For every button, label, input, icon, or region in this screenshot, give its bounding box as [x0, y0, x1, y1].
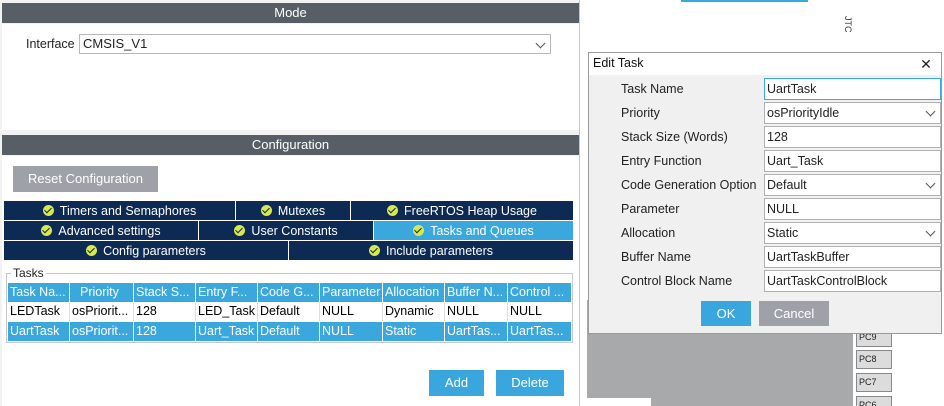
- col-header-allocation[interactable]: Allocation: [383, 283, 445, 302]
- tab-timers-and-semaphores[interactable]: Timers and Semaphores: [4, 201, 235, 220]
- interface-select-value: CMSIS_V1: [83, 36, 148, 51]
- table-cell: Dynamic: [383, 302, 445, 321]
- interface-label: Interface: [26, 37, 75, 51]
- delete-button[interactable]: Delete: [496, 370, 564, 396]
- control-block-name-input[interactable]: UartTaskControlBlock: [764, 270, 941, 292]
- tasks-group-label: Tasks: [11, 266, 46, 280]
- task-name-label: Task Name: [621, 82, 684, 96]
- tab-freertos-heap-usage[interactable]: FreeRTOS Heap Usage: [351, 201, 573, 220]
- col-header-priority[interactable]: Priority: [70, 283, 134, 302]
- code-generation-option-select[interactable]: Default: [764, 174, 941, 196]
- table-cell: osPriorit...: [70, 302, 134, 321]
- table-cell: NULL: [320, 302, 383, 321]
- chevron-down-icon: [925, 178, 936, 189]
- chevron-down-icon: [925, 226, 936, 237]
- check-icon: [42, 205, 54, 216]
- reset-configuration-button[interactable]: Reset Configuration: [13, 166, 158, 192]
- check-icon: [86, 245, 98, 256]
- check-icon: [234, 225, 246, 236]
- stack-size-label: Stack Size (Words): [621, 130, 728, 144]
- buffer-name-label: Buffer Name: [621, 250, 691, 264]
- task-name-input[interactable]: UartTask: [764, 78, 941, 100]
- table-cell: Uart_Task: [196, 322, 258, 341]
- stack-size-input[interactable]: 128: [764, 126, 941, 148]
- table-cell: NULL: [445, 302, 508, 321]
- col-header-parameter[interactable]: Parameter: [320, 283, 383, 302]
- table-cell: NULL: [320, 322, 383, 341]
- cancel-button[interactable]: Cancel: [759, 301, 829, 326]
- allocation-select[interactable]: Static: [764, 222, 941, 244]
- table-cell: UartTas...: [508, 322, 571, 341]
- table-cell: NULL: [508, 302, 571, 321]
- col-header-code-gen[interactable]: Code G...: [258, 283, 320, 302]
- check-icon: [413, 225, 425, 236]
- configuration-section-header: Configuration: [2, 135, 579, 155]
- tab-tasks-and-queues[interactable]: Tasks and Queues: [374, 221, 573, 240]
- parameter-label: Parameter: [621, 202, 680, 216]
- table-cell: LEDTask: [8, 302, 70, 321]
- pinout-vertical-label: JTC: [843, 16, 853, 33]
- code-generation-option-value: Default: [767, 178, 807, 192]
- col-header-task-name[interactable]: Task Na...: [8, 283, 70, 302]
- tab-config-parameters[interactable]: Config parameters: [4, 241, 288, 260]
- buffer-name-input[interactable]: UartTaskBuffer: [764, 246, 941, 268]
- mode-section-header: Mode: [2, 3, 579, 23]
- entry-function-label: Entry Function: [621, 154, 702, 168]
- pin-pc8[interactable]: PC8: [856, 350, 892, 369]
- table-cell: UartTas...: [445, 322, 508, 341]
- table-cell: 128: [134, 322, 196, 341]
- check-icon: [387, 205, 399, 216]
- pinout-highlight-bar: [681, 0, 808, 2]
- add-button[interactable]: Add: [429, 370, 484, 396]
- priority-label: Priority: [621, 106, 660, 120]
- tab-advanced-settings[interactable]: Advanced settings: [4, 221, 198, 240]
- tab-include-parameters[interactable]: Include parameters: [289, 241, 573, 260]
- table-cell: 128: [134, 302, 196, 321]
- check-icon: [260, 205, 272, 216]
- dialog-title: Edit Task: [593, 56, 644, 70]
- pin-pc6[interactable]: PC6: [856, 396, 892, 406]
- interface-select[interactable]: CMSIS_V1: [79, 34, 551, 54]
- parameter-input[interactable]: NULL: [764, 198, 941, 220]
- table-cell: Static: [383, 322, 445, 341]
- left-panel-border: [579, 0, 580, 406]
- priority-select-value: osPriorityIdle: [767, 106, 840, 120]
- col-header-control-block[interactable]: Control ...: [508, 283, 571, 302]
- check-icon: [41, 225, 53, 236]
- table-cell: osPriorit...: [70, 322, 134, 341]
- allocation-label: Allocation: [621, 226, 676, 240]
- close-icon[interactable]: ✕: [916, 54, 936, 74]
- chevron-down-icon: [925, 106, 936, 117]
- chevron-down-icon: [535, 38, 546, 49]
- check-icon: [368, 245, 380, 256]
- priority-select[interactable]: osPriorityIdle: [764, 102, 941, 124]
- col-header-buffer-name[interactable]: Buffer N...: [445, 283, 508, 302]
- table-cell: Default: [258, 322, 320, 341]
- pinout-chip-gap: [587, 398, 651, 406]
- table-cell: UartTask: [8, 322, 70, 341]
- table-cell: LED_Task: [196, 302, 258, 321]
- pin-pc7[interactable]: PC7: [856, 373, 892, 392]
- tab-mutexes[interactable]: Mutexes: [236, 201, 350, 220]
- table-row-selected[interactable]: UartTask osPriorit... 128 Uart_Task Defa…: [8, 322, 571, 341]
- ok-button[interactable]: OK: [701, 301, 751, 326]
- code-generation-option-label: Code Generation Option: [621, 178, 757, 192]
- entry-function-input[interactable]: Uart_Task: [764, 150, 941, 172]
- col-header-entry-function[interactable]: Entry F...: [196, 283, 258, 302]
- col-header-stack-size[interactable]: Stack S...: [134, 283, 196, 302]
- control-block-name-label: Control Block Name: [621, 274, 733, 288]
- table-cell: Default: [258, 302, 320, 321]
- table-row[interactable]: LEDTask osPriorit... 128 LED_Task Defaul…: [8, 302, 571, 322]
- tab-user-constants[interactable]: User Constants: [199, 221, 373, 240]
- allocation-select-value: Static: [767, 226, 799, 240]
- tasks-table: Task Na... Priority Stack S... Entry F..…: [8, 283, 571, 341]
